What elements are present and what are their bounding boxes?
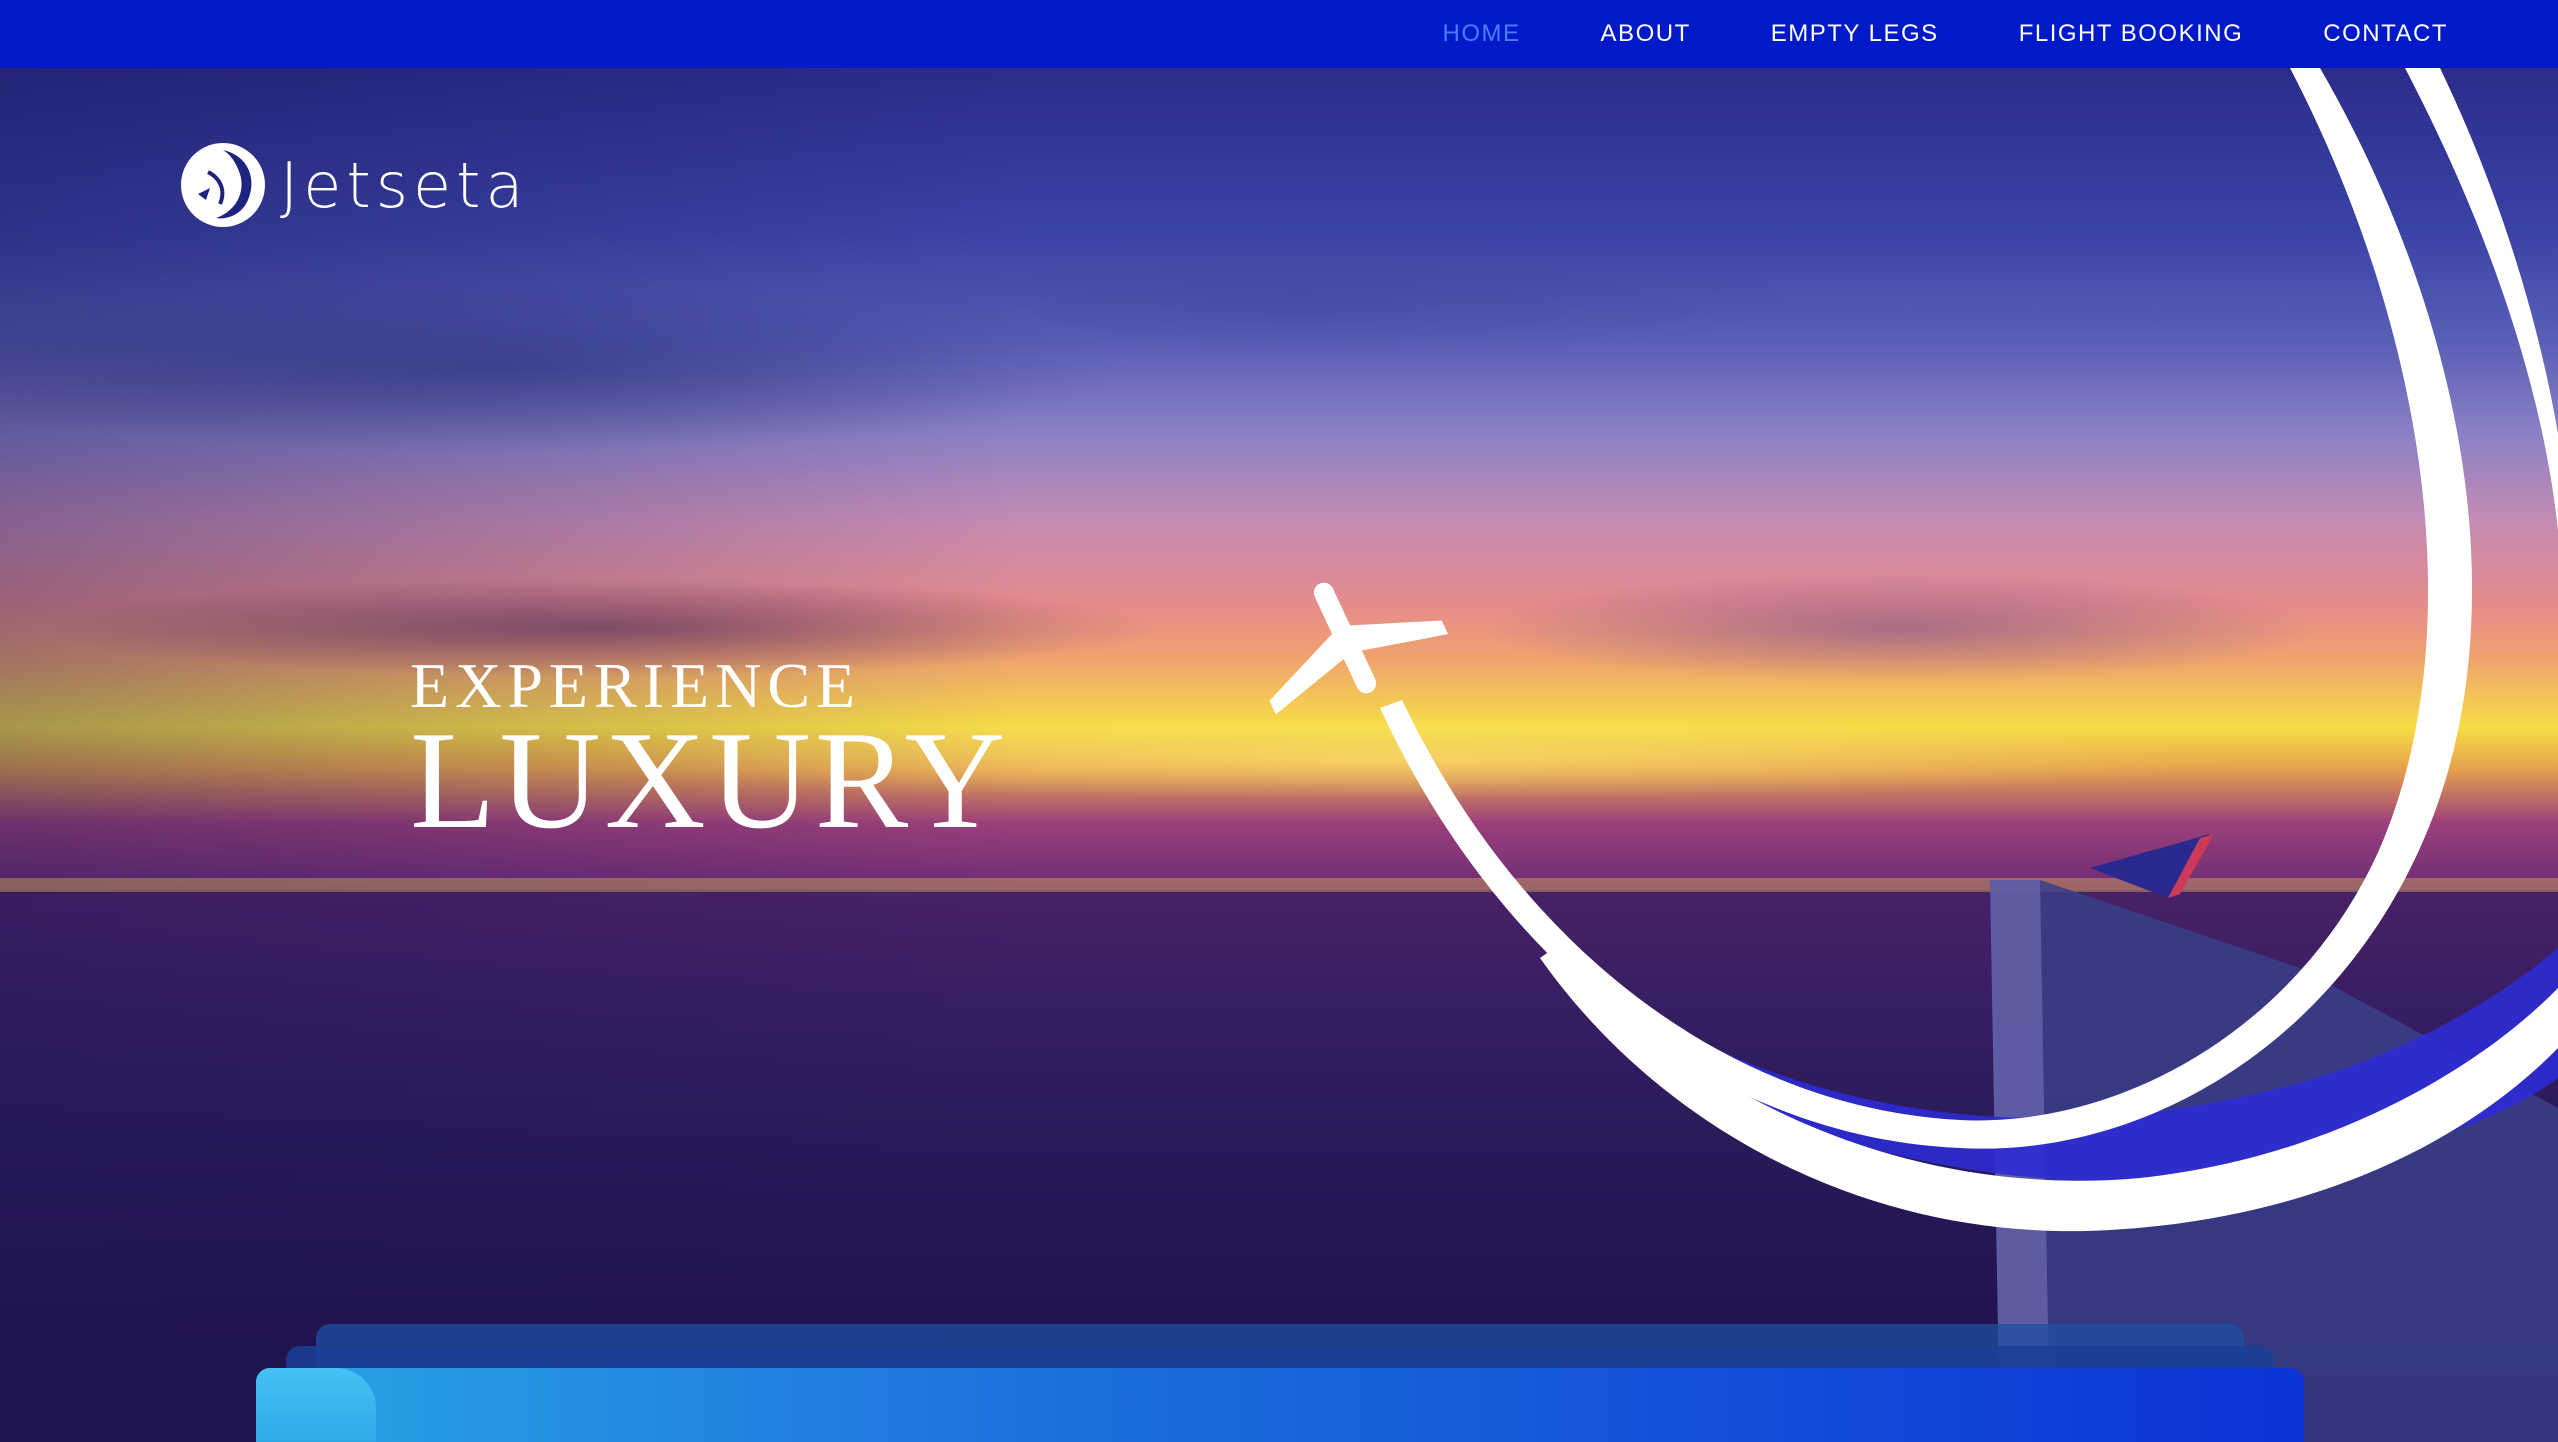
nav-home[interactable]: HOME [1443,20,1521,48]
hero-section: Jetseta EXPERIENCE LUXURY [0,68,2558,1442]
jetseta-logo-icon [181,143,265,227]
brand-logo[interactable]: Jetseta [180,142,529,228]
nav-about[interactable]: ABOUT [1601,20,1691,48]
top-nav-bar: HOME ABOUT EMPTY LEGS FLIGHT BOOKING CON… [0,0,2558,68]
brand-name: Jetseta [280,148,529,222]
nav-empty-legs[interactable]: EMPTY LEGS [1771,20,1939,48]
hero-headline: EXPERIENCE LUXURY [410,654,1010,858]
hero-artwork [0,68,2558,1442]
airplane-icon [1269,582,1449,715]
headline-line-2: LUXURY [410,703,1010,858]
main-nav: HOME ABOUT EMPTY LEGS FLIGHT BOOKING CON… [1443,0,2448,68]
booking-panel-front[interactable] [256,1368,2304,1442]
nav-contact[interactable]: CONTACT [2323,20,2448,48]
nav-flight-booking[interactable]: FLIGHT BOOKING [2019,20,2244,48]
